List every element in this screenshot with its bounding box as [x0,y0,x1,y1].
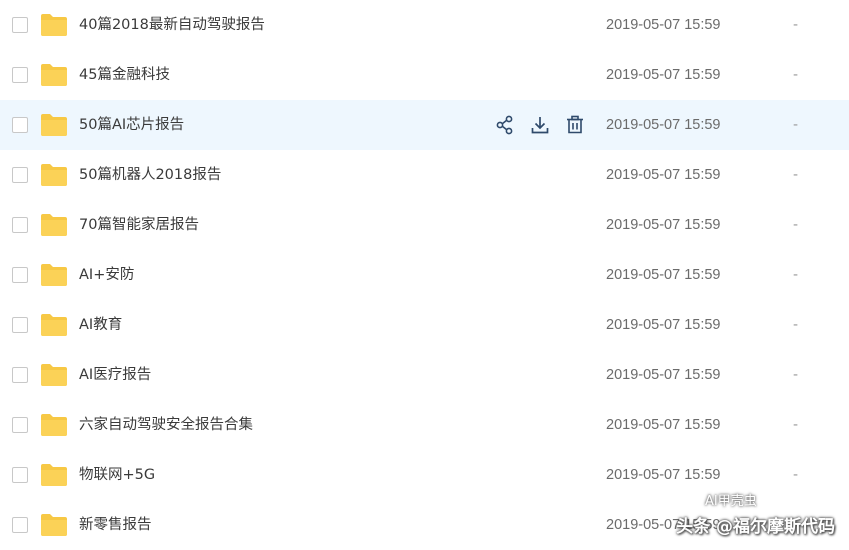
delete-icon[interactable] [564,114,586,136]
modified-date: 2019-05-07 15:59 [606,317,721,333]
watermark: 头条 @福尔摩斯代码 [676,517,835,537]
file-name[interactable]: 50篇机器人2018报告 [79,150,221,200]
file-size: - [793,17,799,33]
file-size: - [793,367,799,383]
file-name[interactable]: 45篇金融科技 [79,50,170,100]
folder-icon [40,163,68,187]
file-name[interactable]: 新零售报告 [79,500,152,550]
modified-date: 2019-05-07 15:59 [606,17,721,33]
watermark-secondary: AI甲壳虫 [705,494,757,509]
file-name[interactable]: 物联网+5G [79,450,155,500]
file-row[interactable]: 六家自动驾驶安全报告合集 2019-05-07 15:59 - [0,400,849,450]
row-checkbox[interactable] [12,17,28,33]
folder-icon [40,63,68,87]
modified-date: 2019-05-07 15:59 [606,67,721,83]
file-list: 40篇2018最新自动驾驶报告 2019-05-07 15:59 - 45篇金融… [0,0,849,550]
file-name[interactable]: 50篇AI芯片报告 [79,100,184,150]
row-checkbox[interactable] [12,317,28,333]
row-checkbox[interactable] [12,167,28,183]
modified-date: 2019-05-07 15:59 [606,467,721,483]
file-name[interactable]: 70篇智能家居报告 [79,200,199,250]
folder-icon [40,113,68,137]
folder-icon [40,413,68,437]
file-row[interactable]: 70篇智能家居报告 2019-05-07 15:59 - [0,200,849,250]
modified-date: 2019-05-07 15:59 [606,267,721,283]
file-name[interactable]: AI教育 [79,300,122,350]
file-size: - [793,417,799,433]
folder-icon [40,213,68,237]
file-size: - [793,117,799,133]
file-name[interactable]: AI+安防 [79,250,134,300]
modified-date: 2019-05-07 15:59 [606,417,721,433]
file-row[interactable]: AI教育 2019-05-07 15:59 - [0,300,849,350]
row-checkbox[interactable] [12,417,28,433]
file-row[interactable]: 45篇金融科技 2019-05-07 15:59 - [0,50,849,100]
row-checkbox[interactable] [12,467,28,483]
row-checkbox[interactable] [12,67,28,83]
row-checkbox[interactable] [12,117,28,133]
file-row[interactable]: 40篇2018最新自动驾驶报告 2019-05-07 15:59 - [0,0,849,50]
folder-icon [40,313,68,337]
file-row[interactable]: 50篇机器人2018报告 2019-05-07 15:59 - [0,150,849,200]
file-name[interactable]: 六家自动驾驶安全报告合集 [79,400,253,450]
file-name[interactable]: AI医疗报告 [79,350,151,400]
row-checkbox[interactable] [12,267,28,283]
file-size: - [793,317,799,333]
file-size: - [793,267,799,283]
download-icon[interactable] [529,114,551,136]
row-checkbox[interactable] [12,367,28,383]
file-size: - [793,467,799,483]
modified-date: 2019-05-07 15:59 [606,167,721,183]
folder-icon [40,263,68,287]
folder-icon [40,363,68,387]
file-size: - [793,217,799,233]
file-size: - [793,67,799,83]
row-checkbox[interactable] [12,517,28,533]
row-checkbox[interactable] [12,217,28,233]
modified-date: 2019-05-07 15:59 [606,217,721,233]
file-name[interactable]: 40篇2018最新自动驾驶报告 [79,0,265,50]
file-row[interactable]: AI医疗报告 2019-05-07 15:59 - [0,350,849,400]
folder-icon [40,13,68,37]
folder-icon [40,463,68,487]
file-row-hovered[interactable]: 50篇AI芯片报告 2019-05-07 15:59 - [0,100,849,150]
modified-date: 2019-05-07 15:59 [606,367,721,383]
share-icon[interactable] [494,114,516,136]
folder-icon [40,513,68,537]
modified-date: 2019-05-07 15:59 [606,117,721,133]
file-row[interactable]: AI+安防 2019-05-07 15:59 - [0,250,849,300]
file-size: - [793,167,799,183]
